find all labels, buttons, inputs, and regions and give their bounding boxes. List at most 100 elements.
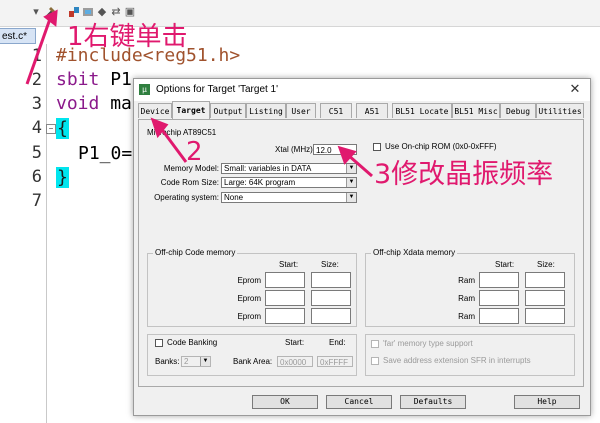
eprom-label: Eprom xyxy=(237,276,261,285)
eprom-start-input[interactable] xyxy=(265,290,305,306)
tab-a51[interactable]: A51 xyxy=(356,103,388,118)
tab-user[interactable]: User xyxy=(286,103,316,118)
code-banking-start-label: Start: xyxy=(285,338,305,347)
memory-model-value: Small: variables in DATA xyxy=(224,164,312,173)
tab-device[interactable]: Device xyxy=(138,103,172,118)
bank-area-label: Bank Area: xyxy=(233,357,273,366)
keyword-void: void xyxy=(56,93,100,114)
banks-select[interactable]: 2 ▼ xyxy=(181,356,211,367)
operating-system-select[interactable]: None ▼ xyxy=(221,192,357,203)
help-button[interactable]: Help xyxy=(514,395,580,409)
code-banking-checkbox[interactable] xyxy=(155,339,163,347)
cancel-button[interactable]: Cancel xyxy=(326,395,392,409)
line-number: 3 xyxy=(31,94,42,114)
code-text: P1 xyxy=(99,69,132,90)
file-tab[interactable]: est.c* xyxy=(0,28,36,44)
ram-size-input[interactable] xyxy=(525,308,565,324)
line-number: 4 xyxy=(31,118,42,138)
code-line-close-brace[interactable]: } xyxy=(56,167,69,188)
bank-area-end-input[interactable]: 0xFFFF xyxy=(317,356,353,367)
code-line-sbit[interactable]: sbit P1 xyxy=(56,69,132,90)
line-number: 2 xyxy=(31,70,42,90)
ram-label: Ram xyxy=(458,276,475,285)
eprom-size-input[interactable] xyxy=(311,272,351,288)
line-number: 1 xyxy=(31,46,42,66)
save-sfr-checkbox[interactable] xyxy=(371,357,379,365)
options-for-target-icon[interactable] xyxy=(45,6,57,18)
offchip-xdata-size-label: Size: xyxy=(537,260,555,269)
eprom-size-input[interactable] xyxy=(311,308,351,324)
keyword-sbit: sbit xyxy=(56,69,100,90)
eprom-label: Eprom xyxy=(237,294,261,303)
ram-size-input[interactable] xyxy=(525,272,565,288)
eprom-label: Eprom xyxy=(237,312,261,321)
annotation-step1: 1右键单击 xyxy=(67,22,188,52)
use-onchip-rom-label: Use On-chip ROM (0x0-0xFFF) xyxy=(385,142,497,151)
use-onchip-rom-checkbox[interactable] xyxy=(373,143,381,151)
gutter-divider xyxy=(46,44,47,423)
ram-start-input[interactable] xyxy=(479,272,519,288)
code-rom-size-select[interactable]: Large: 64K program ▼ xyxy=(221,177,357,188)
eprom-size-input[interactable] xyxy=(311,290,351,306)
annotation-step2: 2 xyxy=(186,137,203,167)
ram-start-input[interactable] xyxy=(479,290,519,306)
brace-highlight: } xyxy=(56,167,69,188)
operating-system-value: None xyxy=(224,193,244,202)
offchip-xdata-memory-title: Off-chip Xdata memory xyxy=(371,248,458,257)
code-banking-label: Code Banking xyxy=(167,338,218,347)
fold-marker[interactable]: − xyxy=(46,124,56,134)
memory-model-label: Memory Model: xyxy=(163,164,219,173)
line-number: 5 xyxy=(31,143,42,163)
eprom-start-input[interactable] xyxy=(265,308,305,324)
tab-debug[interactable]: Debug xyxy=(500,103,536,118)
code-text: ma xyxy=(99,93,132,114)
ram-label: Ram xyxy=(458,312,475,321)
code-rom-size-label: Code Rom Size: xyxy=(160,178,219,187)
tab-bl51-locate[interactable]: BL51 Locate xyxy=(392,103,452,118)
code-line-assign[interactable]: P1_0= xyxy=(78,143,132,164)
code-line-void[interactable]: void ma xyxy=(56,93,132,114)
chevron-down-icon: ▼ xyxy=(346,178,356,187)
far-memory-checkbox[interactable] xyxy=(371,340,379,348)
offchip-code-start-label: Start: xyxy=(279,260,299,269)
ok-button[interactable]: OK xyxy=(252,395,318,409)
tab-output[interactable]: Output xyxy=(210,103,246,118)
memory-model-select[interactable]: Small: variables in DATA ▼ xyxy=(221,163,357,174)
ram-size-input[interactable] xyxy=(525,290,565,306)
close-icon[interactable]: ✕ xyxy=(568,81,582,97)
offchip-code-size-label: Size: xyxy=(321,260,339,269)
operating-system-label: Operating system: xyxy=(154,193,219,202)
defaults-button[interactable]: Defaults xyxy=(400,395,466,409)
tab-listing[interactable]: Listing xyxy=(246,103,286,118)
code-rom-size-value: Large: 64K program xyxy=(224,178,296,187)
brace-highlight: { xyxy=(56,118,69,139)
save-sfr-label: Save address extension SFR in interrupts xyxy=(383,356,531,365)
xtal-label: Xtal (MHz): xyxy=(275,145,315,154)
chevron-down-icon: ▼ xyxy=(346,164,356,173)
dropdown-icon[interactable]: ▾ xyxy=(30,6,42,18)
line-number: 7 xyxy=(31,191,42,211)
ram-label: Ram xyxy=(458,294,475,303)
eprom-start-input[interactable] xyxy=(265,272,305,288)
line-number: 6 xyxy=(31,167,42,187)
dialog-title-bar[interactable]: µ Options for Target 'Target 1' ✕ xyxy=(134,79,590,101)
chevron-down-icon: ▼ xyxy=(346,193,356,202)
code-line-open-brace[interactable]: { xyxy=(56,118,69,139)
banks-label: Banks: xyxy=(155,357,180,366)
far-memory-label: 'far' memory type support xyxy=(383,339,473,348)
tab-strip: Device Target Output Listing User C51 A5… xyxy=(138,101,588,119)
tab-bl51-misc[interactable]: BL51 Misc xyxy=(452,103,500,118)
chevron-down-icon: ▼ xyxy=(200,357,210,366)
tab-utilities[interactable]: Utilities xyxy=(536,103,584,118)
offchip-code-memory-title: Off-chip Code memory xyxy=(153,248,238,257)
ram-start-input[interactable] xyxy=(479,308,519,324)
device-name: Microchip AT89C51 xyxy=(147,128,217,137)
dialog-title: Options for Target 'Target 1' xyxy=(156,84,279,95)
annotation-step3: 3修改晶振频率 xyxy=(374,159,554,190)
xtal-input[interactable]: 12.0 xyxy=(313,144,357,155)
tab-target[interactable]: Target xyxy=(172,101,210,119)
bank-area-start-input[interactable]: 0x0000 xyxy=(277,356,313,367)
code-banking-end-label: End: xyxy=(329,338,346,347)
banks-value: 2 xyxy=(184,357,189,366)
tab-c51[interactable]: C51 xyxy=(320,103,352,118)
